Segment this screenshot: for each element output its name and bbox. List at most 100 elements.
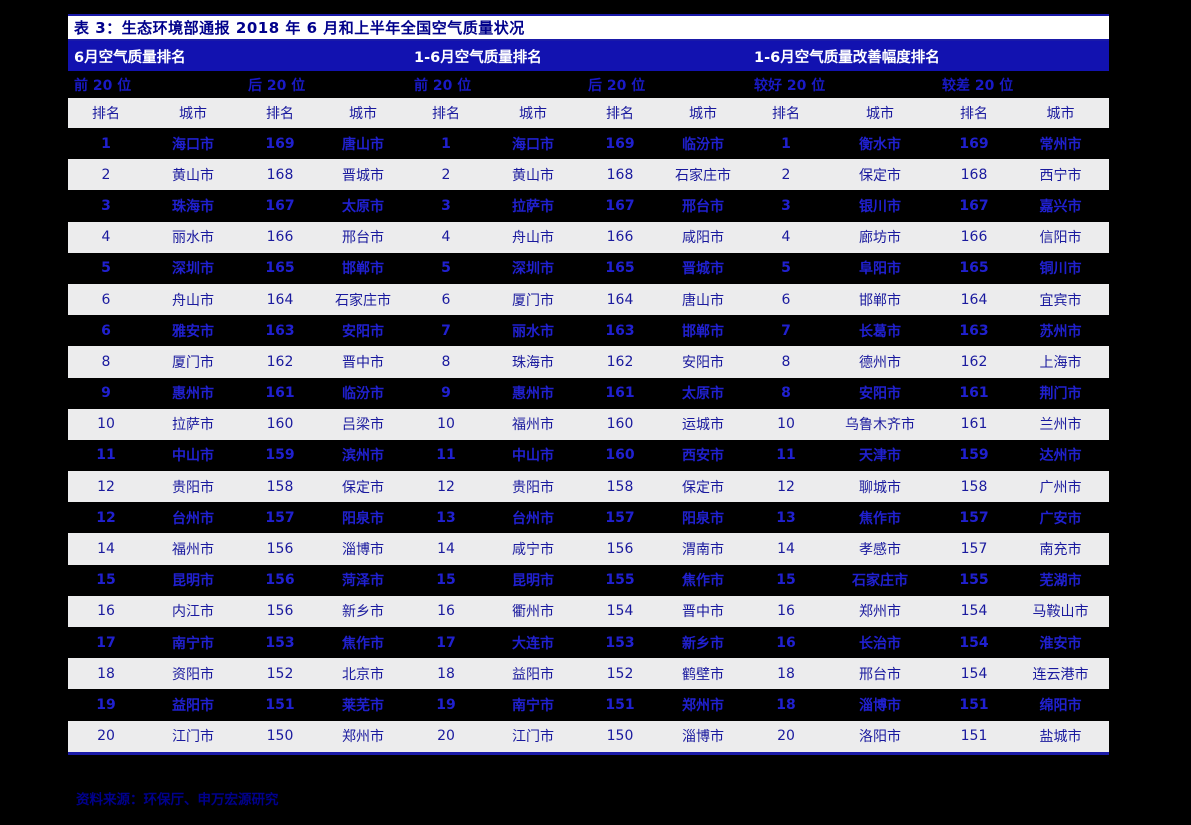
cell-city: 盐城市 [1039, 729, 1082, 746]
cell-rank: 169 [959, 135, 989, 152]
table-bottom-rule [68, 751, 1109, 755]
cell-rank: 6 [101, 322, 111, 339]
cell-rank: 6 [101, 291, 111, 308]
cell-city: 大连市 [512, 635, 554, 652]
table-row: 12 台州市 157 阳泉市 13 台州市 157 阳泉市 13 焦作市 157 广安市 [68, 502, 1109, 534]
cell-city: 邯郸市 [859, 292, 901, 309]
cell-rank: 164 [266, 291, 294, 308]
cell-rank: 151 [605, 696, 635, 713]
cell-city: 洛阳市 [859, 729, 901, 746]
cell-rank: 157 [605, 509, 635, 526]
cell-rank: 18 [776, 696, 796, 713]
cell-rank: 154 [959, 634, 989, 651]
cell-city: 咸阳市 [682, 230, 724, 247]
cell-rank: 16 [437, 603, 455, 620]
cell-rank: 168 [960, 166, 988, 183]
cell-rank: 169 [265, 135, 295, 152]
cell-city: 上海市 [1039, 354, 1082, 371]
cell-rank: 151 [960, 728, 988, 745]
cell-rank: 167 [959, 197, 989, 214]
cell-city: 连云港市 [1032, 666, 1089, 683]
cell-rank: 154 [606, 603, 634, 620]
cell-rank: 8 [781, 353, 791, 370]
cell-city: 邢台市 [859, 666, 901, 683]
cell-rank: 4 [781, 229, 791, 246]
cell-city: 深圳市 [512, 261, 554, 278]
cell-rank: 2 [781, 166, 791, 183]
cell-rank: 18 [777, 665, 795, 682]
cell-city: 厦门市 [172, 354, 214, 371]
cell-rank: 15 [436, 572, 456, 589]
table-row: 9 惠州市 161 临汾市 9 惠州市 161 太原市 8 安阳市 161 荆门市 [68, 377, 1109, 409]
table-row: 16 内江市 156 新乡市 16 衢州市 154 晋中市 16 郑州市 154 马鞍山市 [68, 595, 1109, 627]
cell-rank: 14 [437, 541, 455, 558]
cell-city: 南宁市 [172, 635, 214, 652]
cell-rank: 11 [436, 447, 456, 464]
cell-city: 衡水市 [859, 136, 901, 153]
colheader-city-1: 城市 [179, 106, 207, 122]
cell-rank: 12 [97, 478, 115, 495]
table-row: 12 贵阳市 158 保定市 12 贵阳市 158 保定市 12 聊城市 158 广州市 [68, 471, 1109, 503]
cell-rank: 10 [97, 416, 115, 433]
cell-rank: 12 [777, 478, 795, 495]
cell-city: 荆门市 [1039, 386, 1082, 403]
cell-rank: 5 [441, 260, 451, 277]
cell-city: 天津市 [859, 448, 901, 465]
table-row: 2 黄山市 168 晋城市 2 黄山市 168 石家庄市 2 保定市 168 西宁市 [68, 159, 1109, 191]
cell-rank: 160 [605, 447, 635, 464]
cell-rank: 169 [605, 135, 635, 152]
cell-city: 惠州市 [512, 386, 554, 403]
cell-rank: 12 [96, 509, 116, 526]
source-note: 资料来源：环保厅、申万宏源研究 [76, 792, 279, 808]
table-row: 1 海口市 169 唐山市 1 海口市 169 临汾市 1 衡水市 169 常州市 [68, 128, 1109, 160]
colheader-city-6: 城市 [1046, 106, 1075, 122]
subheader-bottom20-halfyear: 后 20 位 [588, 77, 646, 94]
cell-rank: 12 [437, 478, 455, 495]
page-title: 表 3：生态环境部通报 2018 年 6 月和上半年全国空气质量状况 [74, 19, 525, 37]
cell-rank: 6 [781, 291, 791, 308]
cell-city: 鹤壁市 [682, 666, 724, 683]
table-row: 4 丽水市 166 邢台市 4 舟山市 166 咸阳市 4 廊坊市 166 信阳市 [68, 221, 1109, 253]
cell-city: 晋中市 [342, 354, 384, 371]
cell-city: 阳泉市 [682, 510, 724, 527]
cell-rank: 160 [606, 416, 634, 433]
cell-city: 福州市 [172, 542, 214, 559]
cell-city: 舟山市 [512, 230, 554, 247]
cell-rank: 159 [959, 447, 989, 464]
cell-rank: 158 [266, 478, 294, 495]
table-row: 3 珠海市 167 太原市 3 拉萨市 167 邢台市 3 银川市 167 嘉兴市 [68, 190, 1109, 222]
cell-city: 广安市 [1039, 510, 1082, 527]
cell-rank: 160 [266, 416, 294, 433]
cell-rank: 19 [436, 696, 456, 713]
cell-rank: 3 [441, 197, 451, 214]
cell-rank: 155 [605, 572, 635, 589]
cell-city: 菏泽市 [342, 573, 384, 590]
cell-rank: 14 [97, 541, 115, 558]
table-row: 8 厦门市 162 晋中市 8 珠海市 162 安阳市 8 德州市 162 上海市 [68, 346, 1109, 378]
cell-city: 淮安市 [1039, 635, 1082, 652]
cell-rank: 162 [266, 353, 294, 370]
cell-city: 廊坊市 [859, 230, 901, 247]
cell-city: 江门市 [172, 729, 214, 746]
cell-city: 焦作市 [342, 635, 384, 652]
cell-city: 黄山市 [512, 167, 554, 184]
cell-rank: 166 [606, 229, 634, 246]
cell-rank: 10 [777, 416, 795, 433]
cell-rank: 164 [960, 291, 988, 308]
cell-city: 咸宁市 [512, 542, 554, 559]
cell-rank: 18 [437, 665, 455, 682]
cell-rank: 151 [265, 696, 295, 713]
cell-rank: 159 [265, 447, 295, 464]
cell-city: 聊城市 [859, 479, 901, 496]
group-header-jan-jun: 1-6月空气质量排名 [414, 49, 542, 66]
table-row: 11 中山市 159 滨州市 11 中山市 160 西安市 11 天津市 159 达州市 [68, 439, 1109, 472]
cell-city: 厦门市 [512, 292, 554, 309]
cell-city: 西宁市 [1039, 167, 1082, 184]
cell-rank: 15 [776, 572, 796, 589]
cell-city: 西安市 [682, 448, 724, 465]
cell-city: 海口市 [512, 136, 554, 153]
group-header-june: 6月空气质量排名 [74, 49, 186, 66]
group-header-improvement: 1-6月空气质量改善幅度排名 [754, 49, 940, 66]
cell-rank: 15 [96, 572, 116, 589]
table-row: 19 益阳市 151 莱芜市 19 南宁市 151 郑州市 18 淄博市 151 绵阳市 [68, 689, 1109, 721]
